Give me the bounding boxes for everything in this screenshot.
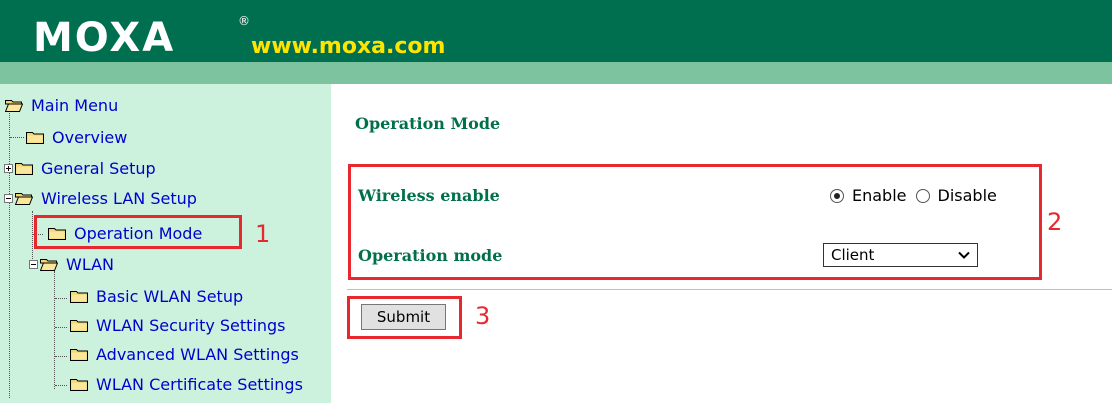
sidebar-item-basic-wlan-setup[interactable]: Basic WLAN Setup bbox=[70, 284, 243, 308]
tree-line bbox=[55, 385, 67, 386]
sidebar-item-advanced-wlan-settings[interactable]: Advanced WLAN Settings bbox=[70, 342, 299, 366]
sidebar-item-general-setup[interactable]: General Setup bbox=[4, 156, 156, 180]
sidebar-item-label: Main Menu bbox=[31, 95, 119, 115]
step-number-3: 3 bbox=[475, 302, 491, 330]
sidebar-item-wlan[interactable]: WLAN bbox=[29, 252, 114, 276]
folder-icon bbox=[70, 348, 88, 361]
folder-open-icon bbox=[5, 99, 23, 112]
folder-icon bbox=[70, 290, 88, 303]
tree-line bbox=[55, 327, 67, 328]
registered-mark: ® bbox=[238, 14, 250, 28]
highlight-box-3 bbox=[347, 296, 462, 339]
sidebar-item-label: Overview bbox=[52, 127, 128, 147]
divider bbox=[347, 289, 1112, 290]
collapse-minus-icon[interactable] bbox=[29, 260, 38, 269]
sidebar-item-overview[interactable]: Overview bbox=[26, 125, 127, 149]
highlight-box-1 bbox=[34, 215, 242, 249]
expand-plus-icon[interactable] bbox=[4, 164, 13, 173]
sidebar-item-wlan-certificate-settings[interactable]: WLAN Certificate Settings bbox=[70, 372, 303, 396]
moxa-logo: MOXA bbox=[33, 15, 176, 61]
folder-icon bbox=[70, 319, 88, 332]
folder-icon bbox=[26, 131, 44, 144]
sidebar-item-label: WLAN Certificate Settings bbox=[96, 374, 303, 394]
sidebar-item-label: General Setup bbox=[41, 158, 156, 178]
folder-open-icon bbox=[15, 192, 33, 205]
tree-line bbox=[9, 110, 10, 398]
sidebar-item-wireless-lan-setup[interactable]: Wireless LAN Setup bbox=[4, 186, 197, 210]
folder-open-icon bbox=[40, 258, 58, 271]
folder-icon bbox=[70, 378, 88, 391]
folder-icon bbox=[15, 162, 33, 175]
header-banner: MOXA ® www.moxa.com bbox=[0, 0, 1112, 62]
header-strip bbox=[0, 62, 1112, 84]
collapse-minus-icon[interactable] bbox=[4, 194, 13, 203]
tree-line bbox=[55, 298, 67, 299]
sidebar-item-label: WLAN Security Settings bbox=[96, 315, 286, 335]
sidebar-item-main-menu[interactable]: Main Menu bbox=[5, 93, 118, 117]
sidebar-item-label: Wireless LAN Setup bbox=[41, 188, 197, 208]
tree-line bbox=[54, 271, 55, 389]
sidebar-item-label: Advanced WLAN Settings bbox=[96, 344, 299, 364]
tree-line bbox=[10, 137, 24, 138]
step-number-1: 1 bbox=[255, 220, 271, 248]
tree-line bbox=[55, 356, 67, 357]
sidebar-item-wlan-security-settings[interactable]: WLAN Security Settings bbox=[70, 313, 286, 337]
step-number-2: 2 bbox=[1047, 208, 1063, 236]
sidebar-item-label: WLAN bbox=[66, 254, 115, 274]
website-url[interactable]: www.moxa.com bbox=[251, 34, 445, 60]
sidebar-item-label: Basic WLAN Setup bbox=[96, 286, 244, 306]
highlight-box-2 bbox=[348, 164, 1042, 280]
page-title: Operation Mode bbox=[355, 114, 501, 133]
